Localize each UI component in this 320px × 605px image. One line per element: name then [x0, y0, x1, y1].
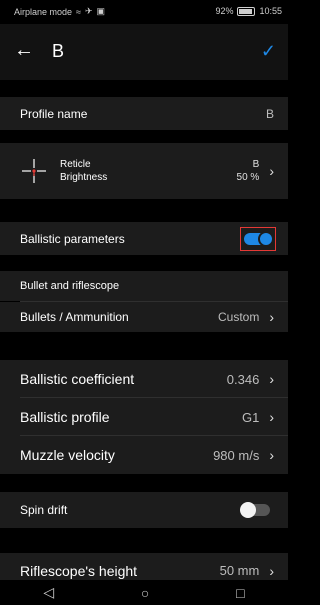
ballistic-profile-value: G1 [241, 409, 260, 425]
battery-percent: 92% [215, 6, 234, 16]
spacer [0, 199, 288, 222]
recents-square-icon[interactable]: □ [236, 585, 244, 601]
bullet-riflescope-heading: Bullet and riflescope [20, 280, 120, 292]
airplane-icon: ✈ [85, 6, 93, 16]
section-header: Bullet and riflescope [0, 271, 288, 301]
reticle-value: B [252, 159, 260, 170]
clock: 10:55 [259, 6, 282, 16]
spacer [0, 130, 288, 143]
ballistic-coefficient-label: Ballistic coefficient [20, 371, 135, 387]
bullets-ammunition-row[interactable]: Bullets / Ammunition Custom › [0, 302, 288, 332]
riflescope-height-row[interactable]: Riflescope's height 50 mm › [0, 553, 288, 580]
battery-icon [237, 6, 256, 16]
reticle-label: Reticle [60, 159, 91, 170]
ballistic-parameters-label: Ballistic parameters [20, 231, 125, 246]
spin-drift-label: Spin drift [20, 503, 68, 517]
brightness-label: Brightness [60, 172, 108, 183]
chevron-right-icon: › [269, 309, 274, 325]
ballistic-parameters-toggle[interactable] [244, 230, 274, 247]
toggle-highlight-box [240, 226, 276, 251]
bullets-ammunition-value: Custom [217, 310, 260, 324]
brightness-value: 50 % [236, 172, 260, 183]
spin-drift-toggle[interactable] [240, 502, 270, 518]
ballistic-profile-row[interactable]: Ballistic profile G1 › [0, 398, 288, 436]
ballistic-coefficient-row[interactable]: Ballistic coefficient 0.346 › [0, 360, 288, 398]
ballistic-coefficient-value: 0.346 [226, 371, 260, 387]
spacer [0, 528, 288, 553]
chevron-right-icon: › [269, 447, 274, 463]
chevron-right-icon: › [269, 371, 274, 387]
spin-drift-row: Spin drift [0, 492, 288, 528]
chevron-right-icon: › [269, 163, 274, 179]
spacer [0, 80, 288, 97]
profile-name-value: B [265, 106, 274, 121]
back-triangle-icon[interactable]: ◁ [43, 584, 54, 601]
bullets-ammunition-label: Bullets / Ammunition [20, 310, 129, 324]
ballistic-profile-label: Ballistic profile [20, 409, 110, 425]
spacer [0, 332, 288, 360]
profile-name-row[interactable]: Profile name B [0, 97, 288, 130]
muzzle-velocity-row[interactable]: Muzzle velocity 980 m/s › [0, 436, 288, 474]
status-bar: Airplane mode ≈ ✈ ▣ 92% 10:55 [0, 0, 288, 24]
profile-name-label: Profile name [20, 106, 88, 121]
riflescope-height-label: Riflescope's height [20, 563, 138, 579]
reticle-icon [22, 159, 46, 183]
airplane-mode-text: Airplane mode [14, 6, 73, 17]
confirm-check-icon[interactable]: ✓ [261, 41, 276, 62]
reticle-row[interactable]: Reticle Brightness B 50 % › [0, 143, 288, 199]
ballistic-parameters-row: Ballistic parameters [0, 222, 288, 255]
page-title: B [52, 41, 65, 61]
app-header: ← B ✓ [0, 24, 288, 80]
riflescope-height-value: 50 mm [219, 563, 260, 578]
home-circle-icon[interactable]: ○ [141, 585, 149, 601]
back-arrow-icon[interactable]: ← [14, 39, 34, 62]
spacer [0, 474, 288, 492]
muzzle-velocity-value: 980 m/s [213, 447, 260, 463]
wifi-icon: ≈ [76, 6, 81, 17]
system-navigation-bar: ◁ ○ □ [0, 580, 288, 605]
chevron-right-icon: › [269, 563, 274, 579]
muzzle-velocity-label: Muzzle velocity [20, 447, 115, 463]
chevron-right-icon: › [269, 409, 274, 425]
usb-icon: ▣ [96, 6, 106, 16]
